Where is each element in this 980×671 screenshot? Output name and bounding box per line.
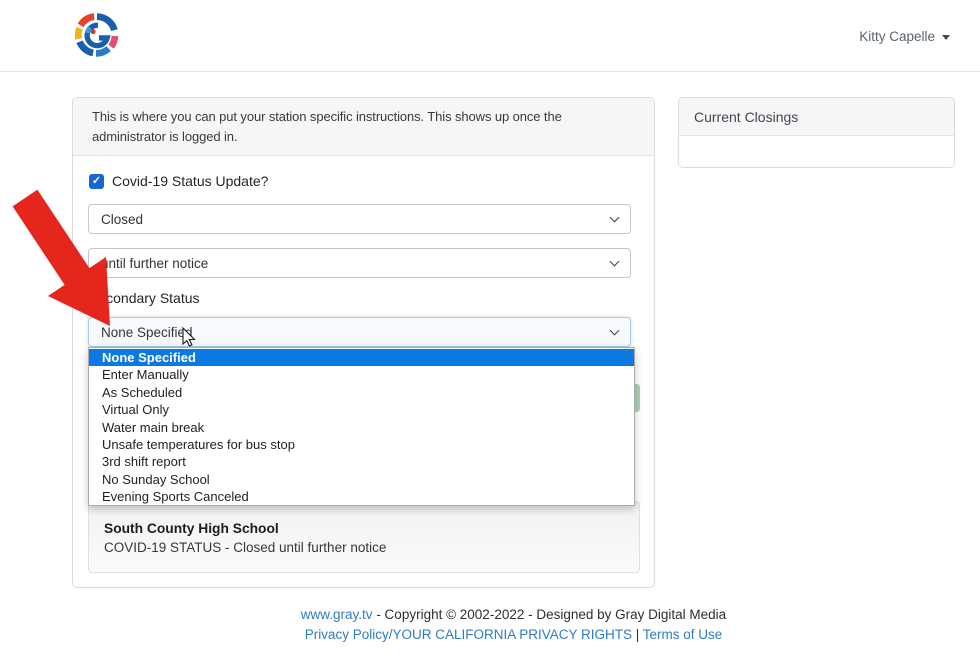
user-name: Kitty Capelle <box>859 29 935 44</box>
current-closings-header: Current Closings <box>679 98 954 136</box>
gray-tv-logo-icon[interactable] <box>66 4 128 66</box>
status-select[interactable]: Closed <box>88 204 631 234</box>
caret-down-icon <box>942 35 950 40</box>
copyright-text: - Copyright © 2002-2022 - Designed by Gr… <box>373 607 727 622</box>
chevron-down-icon <box>610 325 620 335</box>
preview-school-name: South County High School <box>104 519 624 538</box>
chevron-down-icon <box>610 212 620 222</box>
page: Kitty Capelle This is where you can put … <box>0 0 980 671</box>
checkbox-checked-icon[interactable]: ✓ <box>89 174 104 189</box>
preview-status-line: COVID-19 STATUS - Closed until further n… <box>104 538 624 558</box>
dropdown-option[interactable]: Unsafe temperatures for bus stop <box>89 436 634 453</box>
status-select-value: Closed <box>101 212 143 227</box>
dropdown-option[interactable]: Water main break <box>89 419 634 436</box>
gray-tv-link[interactable]: www.gray.tv <box>301 607 373 622</box>
status-form: ✓ Covid-19 Status Update? Closed until f… <box>73 156 654 587</box>
dropdown-option[interactable]: 3rd shift report <box>89 453 634 470</box>
dropdown-option[interactable]: Virtual Only <box>89 401 634 418</box>
current-closings-card: Current Closings <box>678 97 955 168</box>
duration-select-value: until further notice <box>101 256 208 271</box>
user-account-menu[interactable]: Kitty Capelle <box>859 0 950 72</box>
dropdown-option[interactable]: None Specified <box>89 349 634 366</box>
top-navbar: Kitty Capelle <box>0 0 980 72</box>
dropdown-option[interactable]: Evening Sports Canceled <box>89 488 634 505</box>
dropdown-option[interactable]: No Sunday School <box>89 471 634 488</box>
footer-copyright-line: www.gray.tv - Copyright © 2002-2022 - De… <box>72 605 955 625</box>
footer-separator: | <box>632 627 643 642</box>
covid-checkbox-label: Covid-19 Status Update? <box>112 173 268 189</box>
duration-select[interactable]: until further notice <box>88 248 631 278</box>
status-preview: South County High School COVID-19 STATUS… <box>88 501 640 573</box>
footer-legal-line: Privacy Policy/YOUR CALIFORNIA PRIVACY R… <box>72 625 955 645</box>
dropdown-option[interactable]: Enter Manually <box>89 366 634 383</box>
station-status-card: This is where you can put your station s… <box>72 97 655 588</box>
page-footer: www.gray.tv - Copyright © 2002-2022 - De… <box>72 605 955 645</box>
current-closings-body <box>679 136 954 167</box>
secondary-status-dropdown: None Specified Enter Manually As Schedul… <box>88 347 635 506</box>
secondary-status-label: Secondary Status <box>89 290 200 306</box>
chevron-down-icon <box>610 256 620 266</box>
secondary-status-select[interactable]: None Specified <box>88 317 631 347</box>
privacy-policy-link[interactable]: Privacy Policy/YOUR CALIFORNIA PRIVACY R… <box>305 627 632 642</box>
secondary-status-value: None Specified <box>101 325 193 340</box>
covid-status-checkbox-row[interactable]: ✓ Covid-19 Status Update? <box>89 173 268 189</box>
station-instructions: This is where you can put your station s… <box>73 98 654 156</box>
dropdown-option[interactable]: As Scheduled <box>89 384 634 401</box>
terms-of-use-link[interactable]: Terms of Use <box>643 627 723 642</box>
